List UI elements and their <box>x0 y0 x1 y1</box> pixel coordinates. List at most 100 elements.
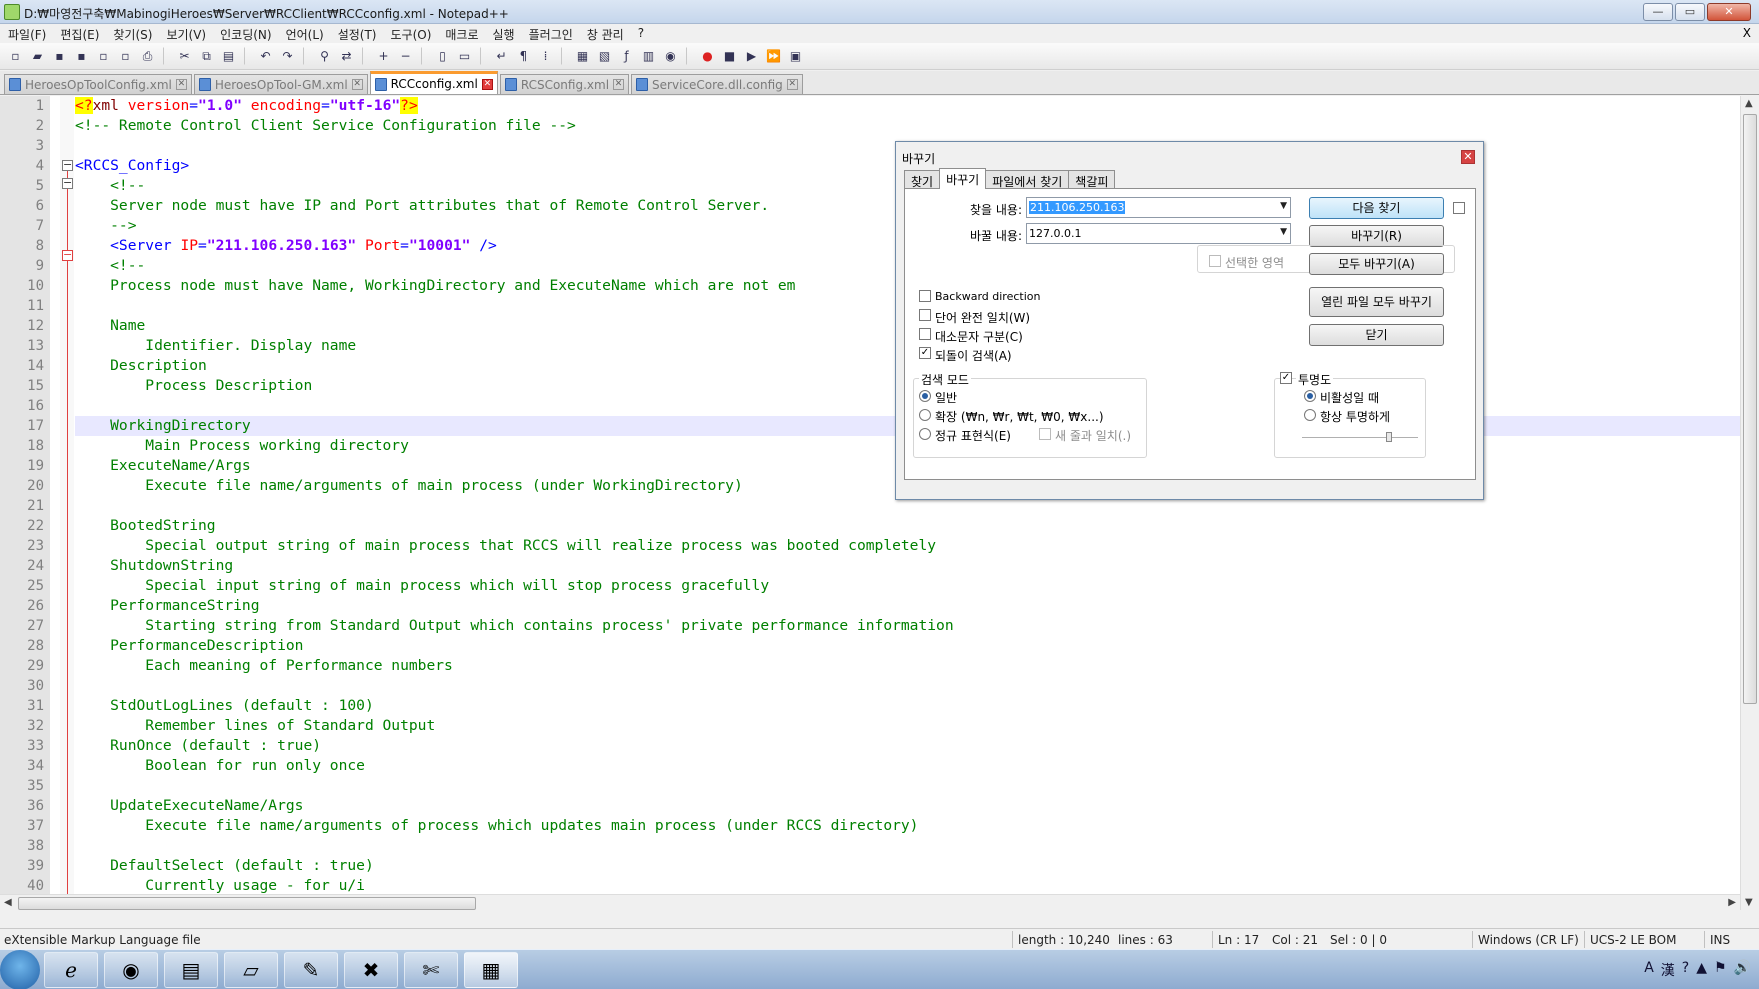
search-mode-normal-radio[interactable] <box>919 390 931 402</box>
backward-direction-checkbox[interactable] <box>919 290 931 302</box>
code-line[interactable]: UpdateExecuteName/Args <box>75 796 1740 816</box>
code-line[interactable]: BootedString <box>75 516 1740 536</box>
new-file-icon[interactable]: ▫ <box>6 47 25 66</box>
menu-macro[interactable]: 매크로 <box>437 24 484 43</box>
close-tab-icon[interactable]: ✕ <box>175 79 187 90</box>
code-line[interactable] <box>75 776 1740 796</box>
notepad-icon[interactable]: ▱ <box>224 952 278 988</box>
close-document-icon[interactable]: X <box>1743 26 1751 40</box>
tab-rcs-config[interactable]: RCSConfig.xml ✕ <box>499 74 630 94</box>
internet-explorer-icon[interactable]: ℯ <box>44 952 98 988</box>
replace-all-button[interactable]: 모두 바꾸기(A) <box>1309 253 1444 275</box>
hanja-icon[interactable]: 漢 <box>1661 960 1675 980</box>
undo-icon[interactable]: ↶ <box>256 47 275 66</box>
volume-icon[interactable]: 🔊 <box>1734 960 1751 980</box>
print-icon[interactable]: ⎙ <box>138 47 157 66</box>
code-line[interactable]: Each meaning of Performance numbers <box>75 656 1740 676</box>
transparency-slider[interactable] <box>1302 437 1418 439</box>
indent-guide-icon[interactable]: ⁞ <box>536 47 555 66</box>
menu-view[interactable]: 보기(V) <box>158 24 212 43</box>
transparency-on-lose-focus-radio[interactable] <box>1304 390 1316 402</box>
menu-language[interactable]: 언어(L) <box>278 24 330 43</box>
close-dialog-icon[interactable]: ✕ <box>1461 150 1475 164</box>
play-multiple-icon[interactable]: ⏩ <box>764 47 783 66</box>
code-line[interactable]: <!-- Remote Control Client Service Confi… <box>75 116 1740 136</box>
search-mode-regex-radio[interactable] <box>919 428 931 440</box>
fold-toggle-icon[interactable]: − <box>62 159 73 171</box>
chrome-icon[interactable]: ◉ <box>104 952 158 988</box>
close-tab-icon[interactable]: ✕ <box>351 79 363 90</box>
code-line[interactable] <box>75 676 1740 696</box>
save-macro-icon[interactable]: ▣ <box>786 47 805 66</box>
close-tab-icon[interactable]: ✕ <box>786 79 798 90</box>
menu-plugins[interactable]: 플러그인 <box>521 24 579 43</box>
code-line[interactable]: Special output string of main process th… <box>75 536 1740 556</box>
paint-icon[interactable]: ✎ <box>284 952 338 988</box>
tab-mark[interactable]: 책갈피 <box>1068 170 1116 189</box>
save-all-icon[interactable]: ▪ <box>72 47 91 66</box>
match-case-checkbox[interactable] <box>919 328 931 340</box>
function-list-icon[interactable]: ƒ <box>617 47 636 66</box>
code-line[interactable]: ShutdownString <box>75 556 1740 576</box>
code-line[interactable]: Remember lines of Standard Output <box>75 716 1740 736</box>
folder-workspace-icon[interactable]: ▥ <box>639 47 658 66</box>
menu-search[interactable]: 찾기(S) <box>105 24 158 43</box>
minimize-button[interactable]: — <box>1643 3 1673 21</box>
find-what-input[interactable]: 211.106.250.163 ▼ <box>1026 197 1291 218</box>
code-line[interactable]: Execute file name/arguments of process w… <box>75 816 1740 836</box>
notepadpp-icon[interactable]: ▦ <box>464 952 518 988</box>
action-center-icon[interactable]: ⚑ <box>1714 960 1727 980</box>
zoom-out-icon[interactable]: − <box>396 47 415 66</box>
wrap-around-checkbox[interactable]: ✓ <box>919 347 931 359</box>
show-all-chars-icon[interactable]: ¶ <box>514 47 533 66</box>
code-line[interactable]: Special input string of main process whi… <box>75 576 1740 596</box>
close-icon[interactable]: ▫ <box>94 47 113 66</box>
replace-all-open-docs-button[interactable]: 열린 파일 모두 바꾸기 <box>1309 287 1444 317</box>
stop-macro-icon[interactable]: ■ <box>720 47 739 66</box>
monitor-icon[interactable]: ◉ <box>661 47 680 66</box>
menu-help[interactable]: ? <box>630 24 650 43</box>
tab-find[interactable]: 찾기 <box>904 170 941 189</box>
sync-v-icon[interactable]: ▯ <box>433 47 452 66</box>
vertical-scroll-thumb[interactable] <box>1743 114 1757 704</box>
scroll-up-icon[interactable]: ▲ <box>1745 98 1753 109</box>
doc-map-icon[interactable]: ▧ <box>595 47 614 66</box>
transparency-checkbox[interactable]: ✓ <box>1280 372 1292 384</box>
find-next-button[interactable]: 다음 찾기 <box>1309 197 1444 219</box>
snipping-tool-icon[interactable]: ✄ <box>404 952 458 988</box>
code-line[interactable]: PerformanceString <box>75 596 1740 616</box>
find-icon[interactable]: ⚲ <box>315 47 334 66</box>
maximize-button[interactable]: ▭ <box>1675 3 1705 21</box>
chevron-down-icon[interactable]: ▼ <box>1280 201 1287 211</box>
code-line[interactable]: Currently usage - for u/i <box>75 876 1740 894</box>
search-mode-extended-radio[interactable] <box>919 409 931 421</box>
save-icon[interactable]: ▪ <box>50 47 69 66</box>
code-line[interactable]: DefaultSelect (default : true) <box>75 856 1740 876</box>
close-window-button[interactable]: ✕ <box>1707 3 1751 21</box>
scroll-left-icon[interactable]: ◀ <box>4 897 12 908</box>
replace-button[interactable]: 바꾸기(R) <box>1309 225 1444 247</box>
replace-with-input[interactable]: 127.0.0.1 ▼ <box>1026 223 1291 244</box>
tab-find-in-files[interactable]: 파일에서 찾기 <box>985 170 1070 189</box>
close-button[interactable]: 닫기 <box>1309 324 1444 346</box>
replace-icon[interactable]: ⇄ <box>337 47 356 66</box>
open-file-icon[interactable]: ▰ <box>28 47 47 66</box>
transparency-slider-thumb[interactable] <box>1386 432 1392 442</box>
menu-settings[interactable]: 설정(T) <box>330 24 383 43</box>
vertical-scrollbar[interactable]: ▲ ▼ <box>1740 96 1759 910</box>
file-explorer-icon[interactable]: ▤ <box>164 952 218 988</box>
menu-run[interactable]: 실행 <box>485 24 521 43</box>
scroll-right-icon[interactable]: ▶ <box>1728 897 1736 908</box>
tab-heroes-op-tool-config[interactable]: HeroesOpToolConfig.xml ✕ <box>4 74 192 94</box>
tab-service-core-config[interactable]: ServiceCore.dll.config ✕ <box>631 74 803 94</box>
code-line[interactable]: RunOnce (default : true) <box>75 736 1740 756</box>
word-wrap-icon[interactable]: ↵ <box>492 47 511 66</box>
horizontal-scrollbar[interactable]: ◀ ▶ <box>0 894 1740 911</box>
paste-icon[interactable]: ▤ <box>219 47 238 66</box>
code-line[interactable]: Starting string from Standard Output whi… <box>75 616 1740 636</box>
code-line[interactable]: <?xml version="1.0" encoding="utf-16"?> <box>75 96 1740 116</box>
scroll-down-icon[interactable]: ▼ <box>1745 897 1753 908</box>
horizontal-scroll-thumb[interactable] <box>18 897 476 910</box>
redo-icon[interactable]: ↷ <box>278 47 297 66</box>
copy-icon[interactable]: ⧉ <box>197 47 216 66</box>
